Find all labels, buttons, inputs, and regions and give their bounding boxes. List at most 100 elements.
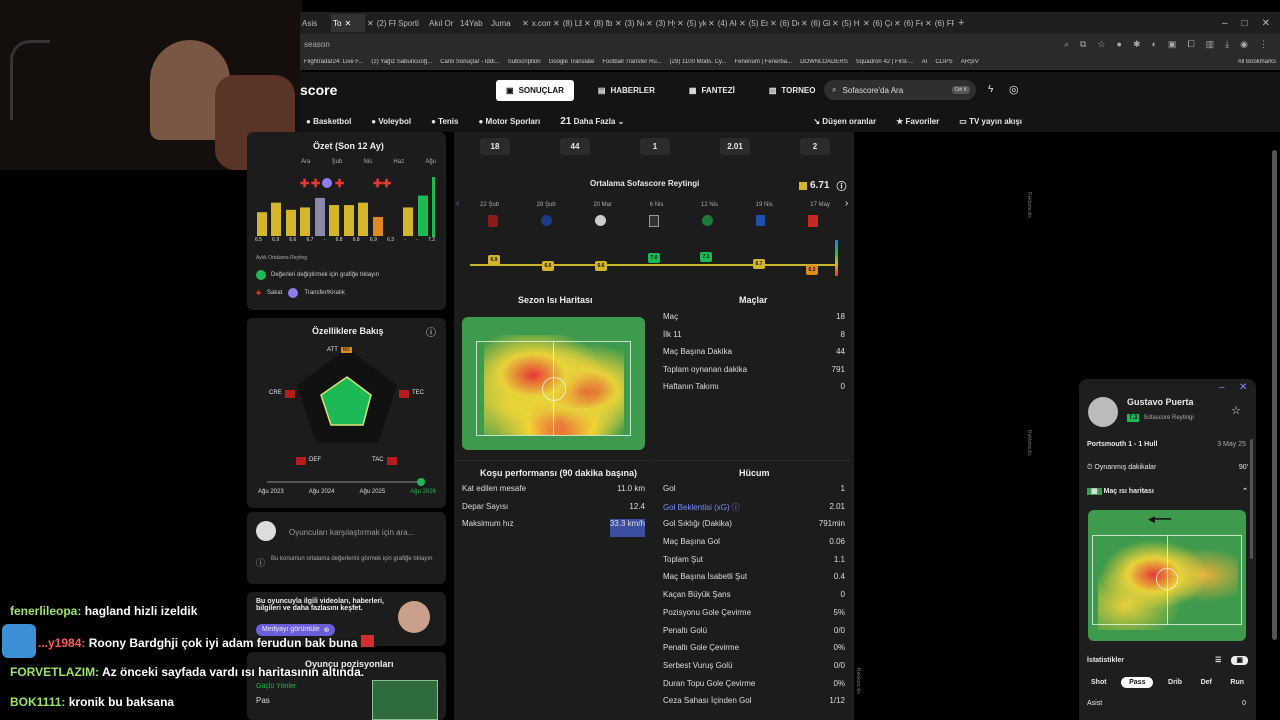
browser-tab[interactable]: ✕ (8) fbt [582,14,613,32]
popup-match[interactable]: Portsmouth 1 - 1 Hull [1087,441,1157,448]
browser-tab[interactable]: ✕x.com/ [520,14,551,32]
browser-tab[interactable]: ✕ (5) H [830,14,861,32]
monthly-rating-chart[interactable]: ✚ ✚ ✚ ✚ ✚ [247,172,446,262]
close-icon[interactable]: ✕ [1239,382,1247,393]
match-rating-badge[interactable]: 6.6 [595,261,607,271]
bookmark-folder[interactable]: ARŞİV [961,59,979,65]
rating-bar[interactable] [300,207,310,236]
extension-icon[interactable]: ● [1117,39,1122,50]
page-scrollbar[interactable] [1272,150,1277,640]
bookmark[interactable]: Squadron 42 | First-... [856,59,914,65]
bookmark[interactable]: Canlı Sonuçlar - İddi... [440,59,499,65]
bookmark[interactable]: (2) Yağız Sabuncuoğ... [371,59,432,65]
bookmark-folder[interactable]: CLIPS [935,59,952,65]
tab-shot[interactable]: Shot [1087,677,1111,688]
match-rating-badge[interactable]: 6.3 [806,265,818,275]
nav-news[interactable]: ▤ HABERLER [588,80,665,101]
team-logo-icon[interactable] [488,215,498,227]
chevron-left-icon[interactable]: ‹ [456,198,459,209]
rating-bar[interactable] [373,216,383,236]
puzzle-icon[interactable]: ⧠ [1187,39,1194,50]
browser-tab[interactable]: Juma [489,14,520,32]
team-logo-icon[interactable] [595,215,606,226]
tab-dribble[interactable]: Drib [1164,677,1186,688]
download-icon[interactable]: ⤓ [1225,39,1229,50]
browser-tab[interactable]: ✕(2) FF [365,14,396,32]
new-tab-icon[interactable]: + [958,17,964,29]
all-bookmarks[interactable]: All Bookmarks [1238,59,1280,65]
lightning-icon[interactable]: ϟ [988,84,993,95]
browser-tab[interactable]: Sporti [396,14,427,32]
match-rating-badge[interactable]: 7.0 [648,253,660,263]
browser-tab[interactable]: ✕(6) Fer [892,14,923,32]
sport-tennis[interactable]: ● Tenis [431,117,458,126]
bookmark-folder[interactable]: DOWNLOADERS [800,59,848,65]
search-input[interactable]: ⌕ Sofascore'da Ara Ctrl K [824,80,976,100]
sport-volleyball[interactable]: ● Voleybol [371,117,411,126]
browser-tab[interactable]: ✕(8) LEV [551,14,582,32]
sport-basketball[interactable]: ● Basketbol [306,117,351,126]
zoom-icon[interactable]: ⌕ [1064,39,1069,50]
browser-tab[interactable]: ✕(6) Çul [861,14,892,32]
rating-bar[interactable] [418,195,428,236]
team-logo-icon[interactable] [649,215,659,227]
stat-row-xg[interactable]: Gol Beklentisi (xG) ⓘ 2.01 [663,502,845,520]
compare-search-input[interactable]: Oyuncuları karşılaştırmak için ara... [283,522,438,542]
bookmark-folder[interactable]: AI [922,59,928,65]
team-logo-icon[interactable] [702,215,713,226]
browser-tab[interactable]: Akıl Or [427,14,458,32]
bookmark[interactable]: Football Transfer Ru... [602,59,661,65]
pitch-view-icon[interactable]: ▣ [1231,656,1248,665]
team-logo-icon[interactable] [541,215,552,226]
rating-bar[interactable] [286,209,296,236]
attribute-radar[interactable] [247,343,446,463]
info-icon[interactable]: ⓘ [732,503,740,512]
timeline-label-selected[interactable]: Ağu 2026 [410,489,436,495]
sport-motorsport[interactable]: ● Motor Sporları [478,117,540,126]
rating-bar[interactable] [358,202,368,236]
browser-tab[interactable]: ✕(4) Ale [706,14,737,32]
browser-tab[interactable]: ✕(5) Em [737,14,768,32]
timeline-label[interactable]: Ağu 2023 [258,489,284,495]
favorite-star-icon[interactable]: ☆ [1231,404,1241,417]
timeline-label[interactable]: Ağu 2025 [360,489,386,495]
match-rating-badge[interactable]: 7.1 [700,252,712,262]
extension-icon[interactable]: ▣ [1168,39,1177,50]
bookmark[interactable]: (29) 1100 Mods. Cy... [670,59,727,65]
match-rating-badge[interactable]: 6.6 [542,261,554,271]
timeline-handle[interactable] [417,478,425,486]
nav-tournament[interactable]: ▧ TORNEO [759,80,826,101]
bookmark-star-icon[interactable]: ☆ [1097,39,1105,50]
browser-tab[interactable]: ✕(6) De [768,14,799,32]
close-window-icon[interactable]: ✕ [1262,18,1270,29]
match-rating-badge[interactable]: 6.9 [488,255,500,265]
menu-icon[interactable]: ⋮ [1259,39,1268,50]
bookmark[interactable]: Flightradar24: Live F... [304,59,363,65]
bookmark[interactable]: Google Translate [549,59,595,65]
tab-run[interactable]: Run [1226,677,1248,688]
rating-bar[interactable] [344,205,354,236]
nav-fantasy[interactable]: ▦ FANTEZİ [679,80,745,101]
timeline-label[interactable]: Ağu 2024 [309,489,335,495]
team-logo-icon[interactable] [756,215,765,226]
season-heatmap[interactable] [462,317,645,450]
list-icon[interactable]: ☰ [1215,657,1221,664]
rating-bar[interactable] [403,207,413,236]
popup-heatmap[interactable]: ◀━━━ [1088,510,1246,641]
minimize-icon[interactable]: – [1219,382,1225,393]
share-icon[interactable]: ⧉ [1080,39,1086,50]
favorites-link[interactable]: ★ Favoriler [896,117,939,126]
chevron-right-icon[interactable]: › [845,198,848,209]
browser-tab[interactable]: ✕(5) yky [675,14,706,32]
site-logo[interactable]: score [300,82,337,98]
extension-icon[interactable]: ◐ [1151,39,1156,50]
tab-defense[interactable]: Def [1197,677,1216,688]
browser-tab[interactable]: ✕(3) No [613,14,644,32]
rating-bar[interactable] [257,212,267,236]
browser-tab[interactable]: ✕(6) FF [923,14,954,32]
profile-icon[interactable]: ◉ [1240,39,1248,50]
tab-pass[interactable]: Pass [1121,677,1154,688]
user-icon[interactable]: ◎ [1009,83,1019,96]
more-sports-button[interactable]: 21 Daha Fazla ⌄ [560,116,624,127]
address-bar[interactable]: season ⌕ ⧉ ☆ ● ✱ ◐ ▣ ⧠ ▥ ⤓ ◉ ⋮ [300,34,1280,54]
